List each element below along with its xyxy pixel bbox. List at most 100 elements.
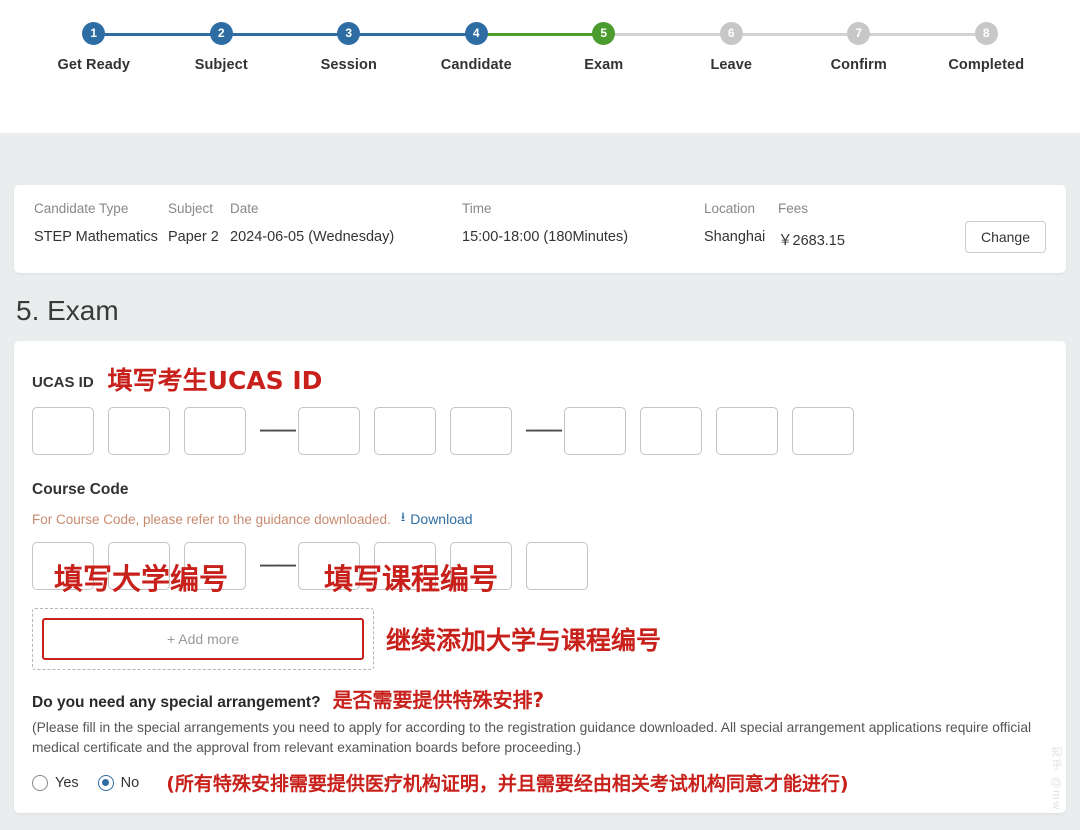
add-more-button[interactable]: + Add more xyxy=(42,618,364,660)
candidate-type-label: Candidate Type xyxy=(34,201,129,216)
ucas-id-box-1[interactable] xyxy=(32,407,94,455)
step-confirm[interactable]: 7 Confirm xyxy=(795,22,987,73)
step-connector xyxy=(221,33,349,36)
info-date: Date 2024-06-05 (Wednesday) xyxy=(230,201,462,245)
step-circle: 6 xyxy=(719,22,743,45)
step-label: Confirm xyxy=(830,57,887,73)
step-connector xyxy=(93,33,222,36)
step-label: Exam xyxy=(584,57,624,73)
special-arrangement-question-row: Do you need any special arrangement? 是否需… xyxy=(32,684,1048,713)
step-leave[interactable]: 6 Leave xyxy=(668,22,859,73)
ucas-id-input-group[interactable]: —— —— xyxy=(32,407,1048,455)
step-exam[interactable]: 5 Exam xyxy=(540,22,732,73)
course-code-hint: For Course Code, please refer to the gui… xyxy=(32,511,391,527)
radio-annotation: (所有特殊安排需要提供医疗机构证明，并且需要经由相关考试机构同意才能进行) xyxy=(166,773,849,795)
special-arrangement-annotation: 是否需要提供特殊安排? xyxy=(332,688,545,712)
course-code-box-6[interactable] xyxy=(450,542,512,590)
add-more-annotation: 继续添加大学与课程编号 xyxy=(386,626,662,655)
step-label: Get Ready xyxy=(57,57,131,73)
course-code-label: Course Code xyxy=(32,481,129,498)
ucas-id-separator: —— xyxy=(260,420,296,441)
step-label: Session xyxy=(320,57,377,73)
time-label: Time xyxy=(462,201,492,216)
course-code-box-3[interactable] xyxy=(184,542,246,590)
radio-no-label: No xyxy=(120,774,140,791)
date-value: 2024-06-05 (Wednesday) xyxy=(230,229,395,245)
course-code-hint-line: For Course Code, please refer to the gui… xyxy=(32,508,1048,530)
step-circle: 7 xyxy=(847,22,871,45)
course-code-box-2[interactable] xyxy=(108,542,170,590)
progress-stepper: 1 Get Ready 2 Subject 3 Session 4 Candidate 5 Exa… xyxy=(0,0,1080,73)
course-code-input-group[interactable]: —— xyxy=(32,542,1048,590)
step-circle: 3 xyxy=(337,22,361,45)
ucas-id-label: UCAS ID xyxy=(32,374,94,391)
download-link-label: Download xyxy=(410,511,473,527)
location-label: Location xyxy=(704,201,756,216)
ucas-id-separator: —— xyxy=(526,420,562,441)
page-title: 5. Exam xyxy=(16,295,119,326)
radio-no[interactable] xyxy=(97,774,114,791)
step-connector xyxy=(858,33,987,36)
ucas-id-box-10[interactable] xyxy=(792,407,854,455)
booking-summary-card: Candidate Type STEP Mathematics Subject … xyxy=(14,185,1066,273)
subject-value: Paper 2 xyxy=(168,229,219,245)
step-get-ready[interactable]: 1 Get Ready xyxy=(30,22,222,73)
radio-yes-label: Yes xyxy=(55,774,79,791)
time-value: 15:00-18:00 (180Minutes) xyxy=(462,229,629,245)
step-completed[interactable]: 8 Completed xyxy=(923,22,1051,73)
ucas-id-annotation: 填写考生UCAS ID xyxy=(107,366,323,395)
ucas-id-box-3[interactable] xyxy=(184,407,246,455)
ucas-id-box-7[interactable] xyxy=(564,407,626,455)
add-more-dashed-container: + Add more xyxy=(32,608,374,670)
watermark: 知乎 @mw xyxy=(1050,745,1062,811)
step-circle: 8 xyxy=(974,22,998,45)
step-label: Completed xyxy=(948,57,1025,73)
step-label: Leave xyxy=(710,57,753,73)
special-arrangement-question: Do you need any special arrangement? xyxy=(32,694,321,711)
step-session[interactable]: 3 Session xyxy=(285,22,477,73)
course-code-box-4[interactable] xyxy=(298,542,360,590)
ucas-id-box-4[interactable] xyxy=(298,407,360,455)
download-icon: ⭳ xyxy=(400,509,406,524)
candidate-type-value: STEP Mathematics xyxy=(34,229,158,245)
ucas-id-box-8[interactable] xyxy=(640,407,702,455)
step-connector xyxy=(348,33,477,36)
ucas-id-header: UCAS ID 填写考生UCAS ID xyxy=(32,359,1048,395)
radio-yes[interactable] xyxy=(32,774,48,791)
step-label: Subject xyxy=(194,57,248,73)
step-circle: 2 xyxy=(209,22,233,45)
stepper-header: 1 Get Ready 2 Subject 3 Session 4 Candidate 5 Exa… xyxy=(0,0,1080,133)
info-candidate-type: Candidate Type STEP Mathematics xyxy=(34,201,168,245)
date-label: Date xyxy=(230,201,259,216)
special-arrangement-radio-group[interactable]: Yes No (所有特殊安排需要提供医疗机构证明，并且需要经由相关考试机构同意才… xyxy=(32,769,1048,796)
step-circle: 4 xyxy=(464,22,488,45)
ucas-id-box-6[interactable] xyxy=(450,407,512,455)
info-time: Time 15:00-18:00 (180Minutes) xyxy=(462,201,704,245)
ucas-id-box-2[interactable] xyxy=(108,407,170,455)
special-arrangement-note: (Please fill in the special arrangements… xyxy=(32,720,1032,755)
info-location: Location Shanghai xyxy=(704,201,778,245)
course-code-box-7[interactable] xyxy=(526,542,588,590)
ucas-id-box-9[interactable] xyxy=(716,407,778,455)
course-code-box-5[interactable] xyxy=(374,542,436,590)
fees-label: Fees xyxy=(778,201,809,216)
step-circle: 1 xyxy=(82,22,106,45)
location-value: Shanghai xyxy=(704,229,766,245)
subject-label: Subject xyxy=(168,201,214,216)
page-body: Candidate Type STEP Mathematics Subject … xyxy=(0,185,1080,813)
step-circle: 5 xyxy=(592,22,616,45)
download-link[interactable]: ⭳ Download xyxy=(401,508,473,530)
step-candidate[interactable]: 4 Candidate xyxy=(413,22,604,73)
fees-value: ￥2683.15 xyxy=(778,233,845,249)
course-code-box-1[interactable] xyxy=(32,542,94,590)
step-connector xyxy=(731,33,859,36)
info-subject: Subject Paper 2 xyxy=(168,201,230,245)
exam-form-card: UCAS ID 填写考生UCAS ID —— —— Course Code For… xyxy=(14,341,1066,813)
step-connector xyxy=(603,33,732,36)
add-more-row: + Add more 继续添加大学与课程编号 xyxy=(32,608,1048,670)
course-code-row-wrap: —— 填写大学编号 填写课程编号 xyxy=(32,542,1048,596)
step-subject[interactable]: 2 Subject xyxy=(158,22,349,73)
ucas-id-box-5[interactable] xyxy=(374,407,436,455)
step-connector xyxy=(476,33,604,36)
change-button[interactable]: Change xyxy=(964,221,1046,253)
